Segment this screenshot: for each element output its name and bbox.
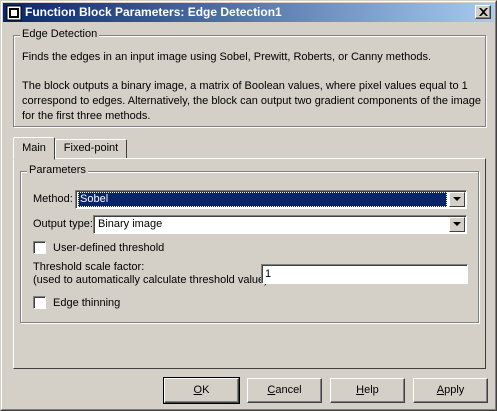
ok-mnemonic: O — [193, 384, 203, 396]
close-button[interactable] — [475, 5, 491, 19]
description-line-3: correspond to edges. Alternatively, the … — [22, 95, 482, 107]
apply-label: pply — [444, 384, 465, 396]
method-dropdown-arrow[interactable] — [449, 192, 465, 207]
method-label: Method: — [33, 193, 73, 205]
cancel-button[interactable]: Cancel — [247, 378, 322, 403]
parameters-group-label: Parameters — [27, 164, 88, 176]
tab-main-label: Main — [22, 142, 46, 154]
tab-fixed-point[interactable]: Fixed-point — [55, 139, 127, 159]
simulink-block-icon — [6, 5, 22, 21]
description-line-2: The block outputs a binary image, a matr… — [22, 80, 468, 92]
edge-thinning-label[interactable]: Edge thinning — [53, 297, 120, 309]
description-group: Edge Detection Finds the edges in an inp… — [13, 28, 486, 127]
ok-label: K — [202, 384, 210, 396]
edge-thinning-checkbox[interactable] — [33, 296, 46, 309]
cancel-label: ancel — [275, 384, 302, 396]
tab-fixed-point-label: Fixed-point — [63, 142, 119, 154]
apply-button[interactable]: Apply — [413, 378, 488, 403]
description-line-1: Finds the edges in an input image using … — [22, 51, 432, 63]
tab-main[interactable]: Main — [13, 137, 55, 160]
output-type-dropdown-arrow[interactable] — [449, 217, 465, 232]
user-threshold-checkbox[interactable] — [33, 241, 46, 254]
method-dropdown[interactable]: Sobel — [75, 190, 467, 209]
help-button[interactable]: Help — [330, 378, 405, 403]
threshold-scale-label-1: Threshold scale factor: — [33, 261, 145, 273]
description-group-label: Edge Detection — [20, 28, 100, 40]
threshold-scale-input[interactable] — [264, 266, 465, 282]
window-title: Function Block Parameters: Edge Detectio… — [25, 5, 282, 19]
output-type-value: Binary image — [98, 218, 163, 230]
user-threshold-label[interactable]: User-defined threshold — [53, 242, 164, 254]
method-value: Sobel — [78, 192, 447, 207]
ok-button[interactable]: OK — [163, 377, 240, 404]
dialog-window: Function Block Parameters: Edge Detectio… — [0, 0, 497, 411]
parameters-group: Parameters Method: Sobel Output type: Bi… — [20, 164, 479, 323]
title-bar[interactable]: Function Block Parameters: Edge Detectio… — [3, 3, 494, 22]
help-label: elp — [364, 384, 379, 396]
apply-mnemonic: A — [436, 384, 445, 396]
output-type-label: Output type: — [33, 218, 93, 230]
chevron-down-icon — [453, 222, 461, 226]
threshold-scale-field[interactable] — [261, 264, 468, 284]
output-type-dropdown[interactable]: Binary image — [93, 215, 467, 234]
help-mnemonic: H — [356, 384, 365, 396]
tab-panel-main: Parameters Method: Sobel Output type: Bi… — [13, 158, 486, 369]
description-line-4: for the first three methods. — [22, 110, 151, 122]
chevron-down-icon — [453, 197, 461, 201]
threshold-scale-label-2: (used to automatically calculate thresho… — [33, 274, 268, 286]
close-icon — [479, 8, 488, 16]
